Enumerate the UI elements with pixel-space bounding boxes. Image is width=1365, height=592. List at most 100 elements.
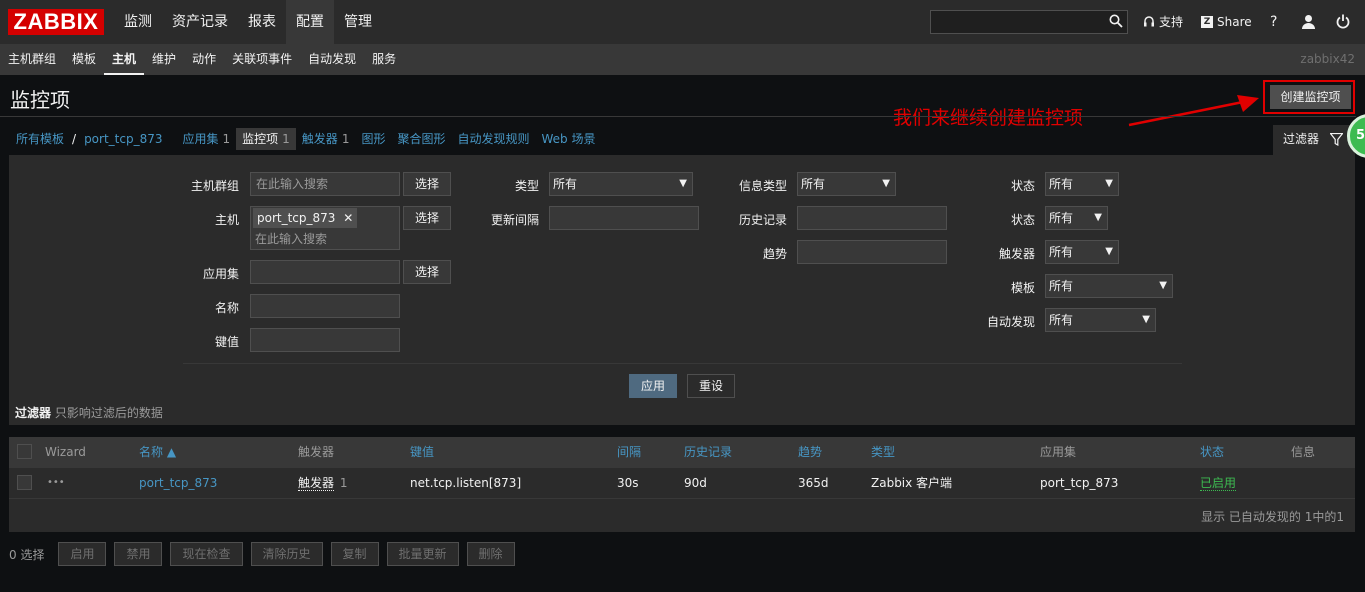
col-type[interactable]: 类型 [871, 437, 895, 467]
tab-triggers[interactable]: 触发器 1 [296, 128, 356, 150]
col-wizard: Wizard [45, 445, 86, 459]
table-header [9, 437, 1355, 467]
application-select-button[interactable]: 选择 [403, 260, 451, 284]
submenu-maintenance[interactable]: 维护 [144, 44, 184, 75]
tab-applications[interactable]: 应用集 1 [176, 128, 236, 150]
remove-chip-icon[interactable]: ✕ [343, 211, 353, 225]
trends-input[interactable] [797, 240, 947, 264]
page-title: 监控项 [10, 88, 70, 112]
enable-button[interactable]: 启用 [58, 542, 107, 566]
tab-triggers-count: 1 [341, 132, 350, 146]
filter-note-text: 只影响过滤后的数据 [54, 406, 163, 420]
share-link[interactable]: Z Share [1201, 0, 1252, 44]
history-input[interactable] [797, 206, 947, 230]
col-history[interactable]: 历史记录 [684, 437, 732, 467]
submenu-discovery[interactable]: 自动发现 [300, 44, 364, 75]
menu-administration[interactable]: 管理 [334, 0, 382, 44]
submenu-services[interactable]: 服务 [364, 44, 404, 75]
tab-items[interactable]: 监控项 1 [236, 128, 296, 150]
col-triggers: 触发器 [298, 445, 335, 459]
menu-inventory[interactable]: 资产记录 [162, 0, 238, 44]
tab-discovery-rules[interactable]: 自动发现规则 [451, 128, 535, 150]
clear-history-button[interactable]: 清除历史 [250, 542, 323, 566]
submenu-templates[interactable]: 模板 [64, 44, 104, 75]
support-link[interactable]: 支持 [1143, 0, 1183, 44]
breadcrumb-host[interactable]: port_tcp_873 [78, 128, 168, 150]
copy-button[interactable]: 复制 [330, 542, 379, 566]
filter-divider [183, 363, 1182, 364]
submenu-host-groups[interactable]: 主机群组 [0, 44, 64, 75]
item-triggers: 触发器 1 [298, 467, 347, 499]
menu-configuration[interactable]: 配置 [286, 0, 334, 44]
col-trends[interactable]: 趋势 [798, 437, 822, 467]
item-triggers-link[interactable]: 触发器 [298, 476, 335, 491]
breadcrumb-all-templates[interactable]: 所有模板 [10, 128, 70, 150]
tab-screens[interactable]: 聚合图形 [391, 128, 451, 150]
template-label: 模板 [1010, 281, 1035, 295]
filter-tab[interactable]: 过滤器 [1273, 125, 1355, 155]
type-label: 类型 [514, 179, 539, 193]
select-all-checkbox[interactable] [17, 444, 32, 459]
state-select-value: 所有 [1049, 177, 1074, 191]
discovery-select[interactable]: 所有 ▼ [1045, 308, 1156, 332]
selected-count: 0 选择 [9, 547, 45, 562]
history-label: 历史记录 [738, 213, 787, 227]
headset-icon [1144, 16, 1154, 27]
row-checkbox[interactable] [17, 475, 32, 490]
search-icon[interactable] [1109, 14, 1123, 28]
host-group-input[interactable]: 在此输入搜索 [250, 172, 400, 196]
chevron-down-icon: ▼ [1094, 212, 1102, 223]
check-now-button[interactable]: 现在检查 [170, 542, 243, 566]
col-status[interactable]: 状态 [1200, 437, 1224, 467]
sign-out-icon[interactable] [1336, 14, 1350, 29]
key-input[interactable] [250, 328, 400, 352]
tab-web-scenarios[interactable]: Web 场景 [536, 128, 602, 150]
zabbix-logo[interactable]: ZABBIX [8, 9, 104, 35]
type-select[interactable]: 所有 ▼ [549, 172, 693, 196]
delete-button[interactable]: 删除 [466, 542, 515, 566]
status-select[interactable]: 所有 ▼ [1045, 206, 1108, 230]
state-label: 状态 [1010, 179, 1035, 193]
item-name-link[interactable]: port_tcp_873 [139, 467, 217, 499]
chevron-down-icon: ▼ [1105, 246, 1113, 257]
mass-update-button[interactable]: 批量更新 [386, 542, 459, 566]
host-group-select-button[interactable]: 选择 [403, 172, 451, 196]
reset-button[interactable]: 重设 [687, 374, 735, 398]
col-name[interactable]: 名称 ▲ [139, 437, 176, 467]
state-select[interactable]: 所有 ▼ [1045, 172, 1119, 196]
col-interval[interactable]: 间隔 [617, 437, 641, 467]
menu-monitoring[interactable]: 监测 [114, 0, 162, 44]
host-group-label: 主机群组 [190, 179, 239, 193]
table-footer-info: 显示 已自动发现的 1中的1 [1201, 510, 1344, 524]
breadcrumb: 所有模板 / port_tcp_873 应用集 1 监控项 1 触发器 1 图形 聚合… [10, 127, 601, 151]
application-input[interactable] [250, 260, 400, 284]
col-key[interactable]: 键值 [410, 437, 434, 467]
top-bar: ZABBIX 监测 资产记录 报表 配置 管理 支持 Z Share ? [0, 0, 1365, 44]
support-label: 支持 [1159, 15, 1184, 29]
host-select-button[interactable]: 选择 [403, 206, 451, 230]
help-link[interactable]: ? [1270, 0, 1277, 44]
submenu-event-correlation[interactable]: 关联项事件 [224, 44, 300, 75]
tab-graphs[interactable]: 图形 [355, 128, 391, 150]
disable-button[interactable]: 禁用 [114, 542, 163, 566]
template-select-value: 所有 [1049, 279, 1074, 293]
item-application: port_tcp_873 [1040, 476, 1119, 490]
wizard-menu-icon[interactable]: ••• [47, 467, 65, 499]
template-select[interactable]: 所有 ▼ [1045, 274, 1173, 298]
submenu-hosts[interactable]: 主机 [104, 44, 145, 75]
host-label: 主机 [214, 213, 239, 227]
submenu-actions[interactable]: 动作 [184, 44, 224, 75]
name-input[interactable] [250, 294, 400, 318]
info-type-select[interactable]: 所有 ▼ [797, 172, 896, 196]
application-label: 应用集 [202, 267, 239, 281]
host-search-placeholder: 在此输入搜索 [255, 232, 328, 246]
menu-reports[interactable]: 报表 [238, 0, 286, 44]
interval-input[interactable] [549, 206, 699, 230]
interval-label: 更新间隔 [490, 213, 539, 227]
item-history: 90d [684, 476, 707, 490]
search-input[interactable] [930, 10, 1128, 34]
item-status-link[interactable]: 已启用 [1200, 467, 1237, 499]
apply-button[interactable]: 应用 [629, 374, 677, 398]
triggers-select[interactable]: 所有 ▼ [1045, 240, 1119, 264]
user-profile-icon[interactable] [1301, 14, 1316, 29]
